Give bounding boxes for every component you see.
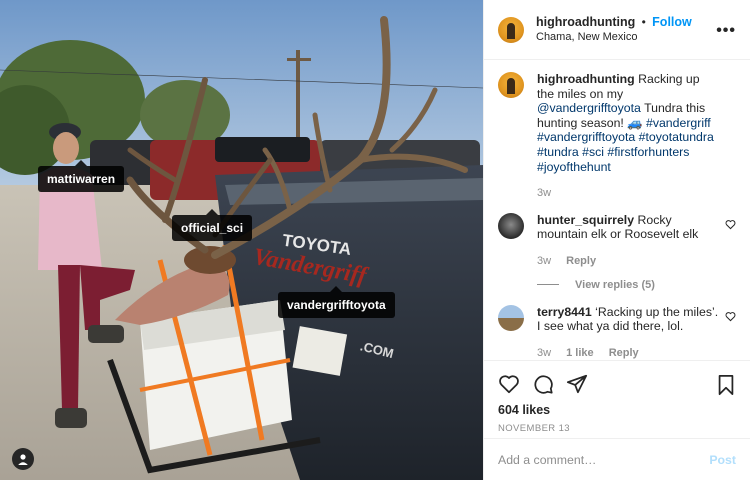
avatar[interactable]	[498, 212, 524, 239]
comment-bubble-icon	[534, 375, 553, 394]
post-comment-button[interactable]: Post	[709, 453, 736, 467]
view-replies-label: View replies (5)	[575, 278, 655, 291]
avatar[interactable]	[498, 16, 524, 43]
post-actions: 604 likes NOVEMBER 13	[484, 360, 750, 438]
comment-username[interactable]: terry8441	[537, 305, 592, 319]
like-comment-heart-icon[interactable]	[725, 311, 736, 322]
comment-likes[interactable]: 1 like	[566, 347, 594, 359]
post-photo[interactable]: TOYOTA Vandergriff .COM mattiwarren offi…	[0, 0, 483, 480]
more-options-icon[interactable]: •••	[716, 22, 736, 40]
post-location[interactable]: Chama, New Mexico	[536, 30, 692, 45]
post-sidebar: highroadhunting • Follow Chama, New Mexi…	[483, 0, 750, 480]
comment-username[interactable]: hunter_squirrely	[537, 213, 634, 227]
instagram-post: TOYOTA Vandergriff .COM mattiwarren offi…	[0, 0, 750, 480]
user-tag-vandergrifftoyota[interactable]: vandergrifftoyota	[278, 286, 395, 318]
caption-time[interactable]: 3w	[537, 187, 551, 199]
like-button[interactable]	[498, 373, 520, 395]
comment-button[interactable]	[532, 373, 554, 395]
comment-time[interactable]: 3w	[537, 255, 551, 267]
comment-item: hunter_squirrely Rocky mountain elk or R…	[498, 212, 736, 269]
avatar[interactable]	[498, 72, 524, 98]
caption-username[interactable]: highroadhunting	[537, 72, 635, 86]
person-icon	[18, 454, 28, 465]
comments-list[interactable]: highroadhunting Racking up the miles on …	[484, 60, 750, 360]
comment-time[interactable]: 3w	[537, 347, 551, 359]
heart-icon	[499, 375, 519, 394]
comment-item: terry8441 ‘Racking up the miles’. I see …	[498, 304, 736, 360]
post-header: highroadhunting • Follow Chama, New Mexi…	[484, 0, 750, 60]
like-comment-heart-icon[interactable]	[725, 219, 736, 230]
add-comment-bar: Post	[484, 438, 750, 480]
header-separator: •	[641, 14, 646, 29]
comment-input[interactable]	[498, 452, 710, 467]
caption-mention-link[interactable]: @vandergrifftoyota	[537, 101, 641, 115]
user-tags-button[interactable]	[12, 448, 34, 470]
header-username[interactable]: highroadhunting	[536, 15, 635, 29]
reply-button[interactable]: Reply	[566, 255, 596, 267]
follow-button[interactable]: Follow	[652, 15, 692, 29]
view-replies-button[interactable]: View replies (5)	[537, 279, 736, 291]
user-tag-mattiwarren[interactable]: mattiwarren	[38, 160, 125, 192]
reply-button[interactable]: Reply	[609, 347, 639, 359]
likes-count[interactable]: 604 likes	[498, 403, 736, 417]
replies-divider-line	[537, 284, 559, 286]
save-button[interactable]	[716, 374, 736, 399]
user-tag-official-sci[interactable]: official_sci	[172, 209, 253, 241]
share-button[interactable]	[566, 373, 588, 395]
send-paper-plane-icon	[566, 374, 588, 394]
avatar[interactable]	[498, 304, 524, 331]
post-date[interactable]: NOVEMBER 13	[498, 423, 736, 434]
caption: highroadhunting Racking up the miles on …	[498, 72, 736, 201]
bookmark-icon	[718, 374, 734, 396]
